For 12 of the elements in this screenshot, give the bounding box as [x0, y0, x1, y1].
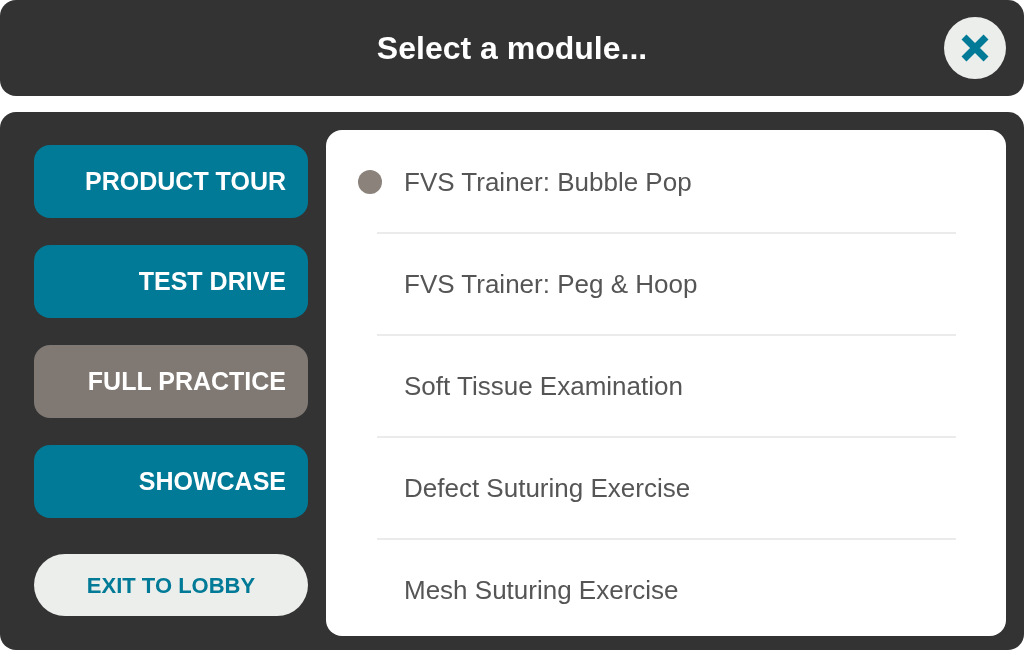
module-item[interactable]: Defect Suturing Exercise — [326, 438, 1006, 538]
category-button[interactable]: SHOWCASE — [34, 445, 308, 518]
dialog-title: Select a module... — [376, 28, 648, 68]
module-item[interactable]: Soft Tissue Examination — [326, 336, 1006, 436]
module-item[interactable]: FVS Trainer: Peg & Hoop — [326, 234, 1006, 334]
module-item[interactable]: FVS Trainer: Bubble Pop — [326, 132, 1006, 232]
category-button[interactable]: PRODUCT TOUR — [34, 145, 308, 218]
module-item[interactable]: Mesh Suturing Exercise — [326, 540, 1006, 640]
close-icon — [960, 33, 990, 63]
exit-lobby-button[interactable]: EXIT TO LOBBY — [34, 554, 308, 616]
category-button[interactable]: TEST DRIVE — [34, 245, 308, 318]
category-button[interactable]: FULL PRACTICE — [34, 345, 308, 418]
